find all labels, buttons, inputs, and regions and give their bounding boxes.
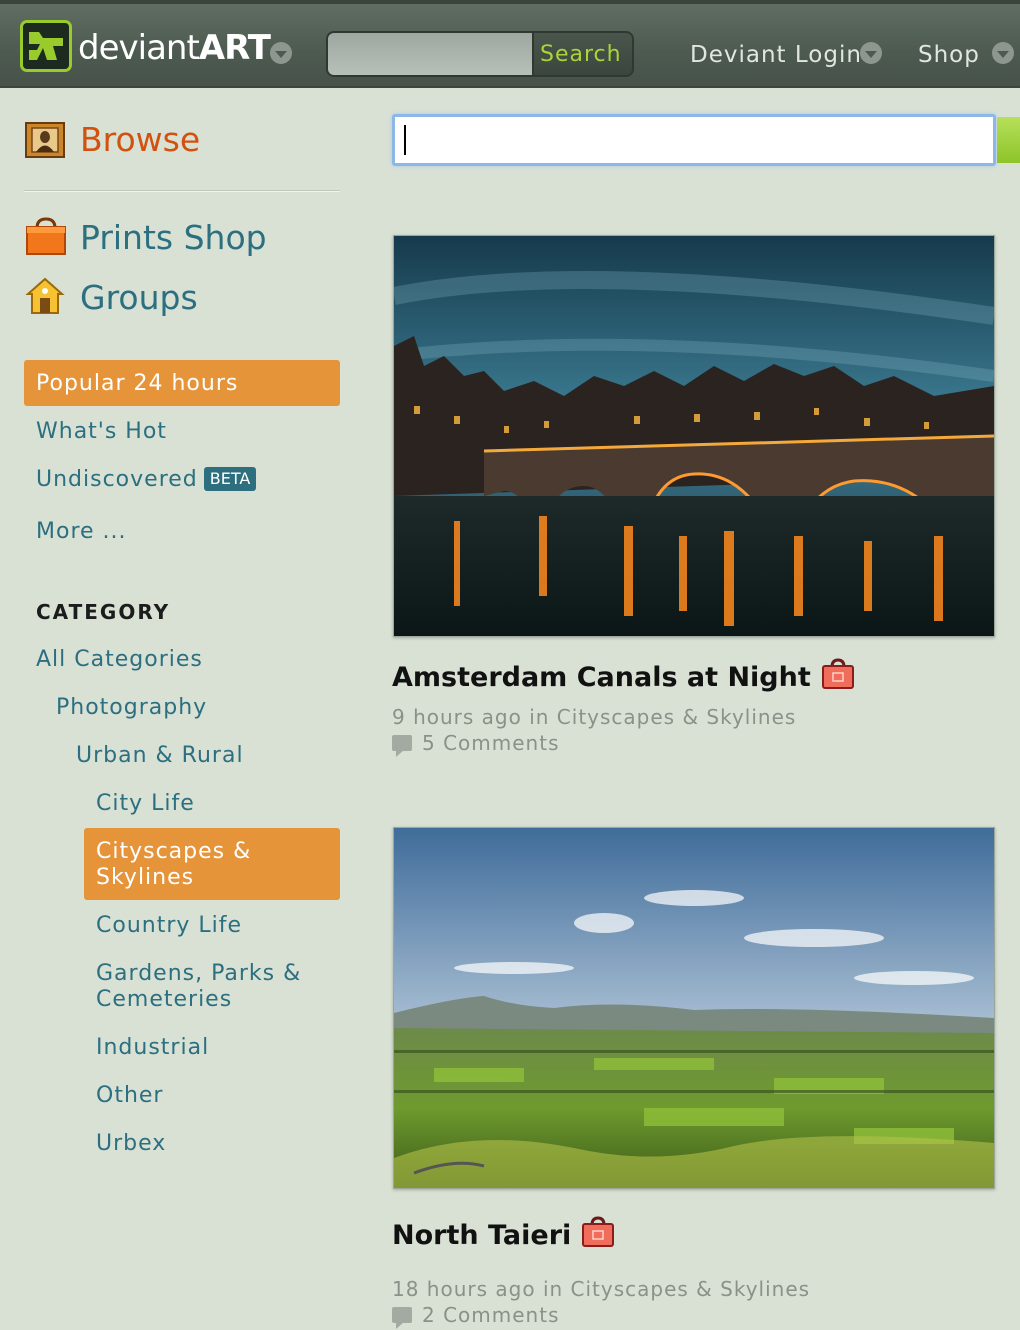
sort-popular-24-hours[interactable]: Popular 24 hours: [24, 360, 340, 406]
comment-bubble-icon: [392, 735, 412, 757]
category-urban-rural[interactable]: Urban & Rural: [76, 743, 244, 769]
login-chevron-down-icon[interactable]: [860, 42, 882, 64]
logo-menu-chevron-down-icon[interactable]: [270, 42, 292, 64]
category-gardens-parks-cemeteries[interactable]: Gardens, Parks & Cemeteries: [96, 961, 326, 1013]
prints-shop-link[interactable]: Prints Shop: [80, 218, 267, 258]
category-urbex[interactable]: Urbex: [96, 1131, 166, 1157]
category-heading: CATEGORY: [36, 600, 171, 624]
deviant-login-link[interactable]: Deviant Login: [690, 40, 862, 70]
sidebar-divider: [24, 190, 340, 192]
category-country-life[interactable]: Country Life: [96, 913, 242, 939]
shop-chevron-down-icon[interactable]: [992, 42, 1014, 64]
comments-count: 2 Comments: [422, 1303, 560, 1327]
night-canal-bridge-image: [394, 236, 994, 636]
logo-text-light: deviant: [78, 28, 200, 68]
deviation-title-text: Amsterdam Canals at Night: [392, 662, 811, 693]
comments-count: 5 Comments: [422, 731, 560, 755]
green-valley-landscape-image: [394, 828, 994, 1188]
beta-badge: BETA: [203, 467, 257, 491]
header-search-button[interactable]: Search: [534, 33, 632, 75]
sort-more[interactable]: More ...: [36, 519, 127, 545]
deviation-comments-amsterdam[interactable]: 5 Comments: [392, 731, 560, 757]
top-navigation-bar: deviantART Search Deviant Login Shop: [0, 0, 1020, 88]
deviantart-wordmark[interactable]: deviantART: [78, 28, 271, 68]
sort-whats-hot[interactable]: What's Hot: [36, 419, 167, 445]
deviation-title-amsterdam[interactable]: Amsterdam Canals at Night: [392, 658, 855, 695]
main-search-input[interactable]: [395, 117, 993, 163]
print-shop-bag-icon[interactable]: [821, 658, 855, 690]
shop-link[interactable]: Shop: [918, 40, 980, 70]
deviation-comments-north-taieri[interactable]: 2 Comments: [392, 1303, 560, 1329]
shopping-bag-icon: [26, 217, 66, 255]
category-cityscapes-skylines[interactable]: Cityscapes & Skylines: [84, 828, 340, 900]
header-search-input[interactable]: [328, 33, 534, 75]
logo-text-bold: ART: [198, 28, 271, 68]
category-industrial[interactable]: Industrial: [96, 1035, 209, 1061]
sort-undiscovered-label: Undiscovered: [36, 467, 198, 492]
browse-painting-icon: [25, 122, 65, 158]
deviation-thumbnail-amsterdam[interactable]: [393, 235, 995, 637]
comment-bubble-icon: [392, 1307, 412, 1329]
main-search-box: [392, 114, 996, 166]
category-photography[interactable]: Photography: [56, 695, 207, 721]
deviation-title-north-taieri[interactable]: North Taieri: [392, 1216, 615, 1253]
header-search: Search: [326, 31, 634, 77]
category-other[interactable]: Other: [96, 1083, 163, 1109]
text-cursor: [404, 125, 406, 155]
sidebar: Browse Prints Shop Groups Popular 24 hou…: [0, 90, 360, 1330]
groups-link[interactable]: Groups: [80, 278, 198, 318]
deviation-title-text: North Taieri: [392, 1220, 572, 1251]
category-all-categories[interactable]: All Categories: [36, 647, 203, 673]
deviantart-logo-icon[interactable]: [20, 20, 72, 72]
deviation-meta-amsterdam[interactable]: 9 hours ago in Cityscapes & Skylines: [392, 705, 796, 729]
groups-house-icon: [25, 277, 65, 314]
deviation-thumbnail-north-taieri[interactable]: [393, 827, 995, 1189]
deviation-meta-north-taieri[interactable]: 18 hours ago in Cityscapes & Skylines: [392, 1277, 810, 1301]
sort-undiscovered[interactable]: Undiscovered BETA: [36, 467, 257, 493]
main-search-button[interactable]: [997, 117, 1020, 163]
print-shop-bag-icon[interactable]: [581, 1216, 615, 1248]
browse-link[interactable]: Browse: [80, 120, 200, 160]
category-city-life[interactable]: City Life: [96, 791, 195, 817]
